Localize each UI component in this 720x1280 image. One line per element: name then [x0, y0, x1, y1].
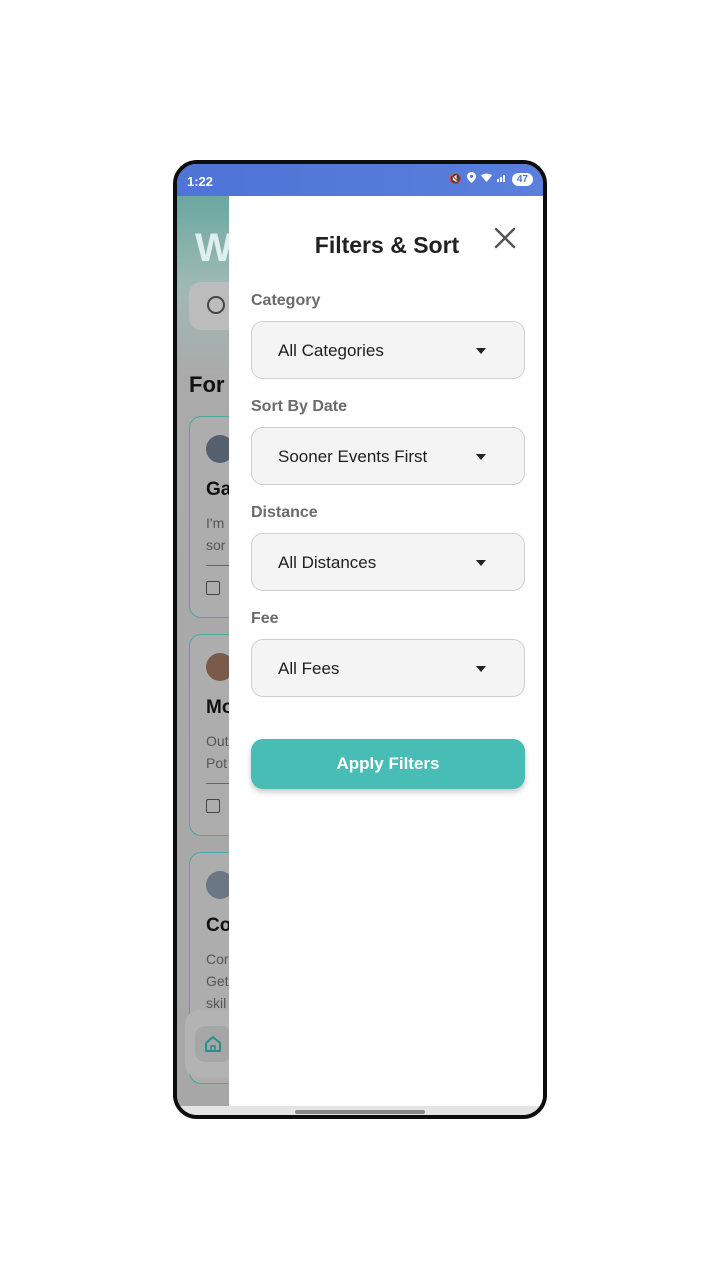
wifi-icon	[480, 173, 492, 185]
card-text: sor	[206, 537, 226, 553]
card-text: Get	[206, 973, 229, 989]
close-icon	[494, 227, 516, 249]
category-label: Category	[251, 292, 321, 309]
calendar-icon	[206, 581, 220, 595]
status-bar: 1:22 🔇 47	[177, 164, 543, 196]
phone-frame: 1:22 🔇 47 W For Ga I'm sor Mo Out Pot Co…	[173, 160, 547, 1119]
caret-down-icon	[476, 560, 486, 566]
calendar-icon	[206, 799, 220, 813]
caret-down-icon	[476, 348, 486, 354]
system-nav-bar	[177, 1106, 543, 1115]
caret-down-icon	[476, 666, 486, 672]
close-button[interactable]	[491, 224, 519, 252]
card-text: I'm	[206, 515, 225, 531]
nav-home	[195, 1026, 231, 1062]
fee-select[interactable]: All Fees	[251, 639, 525, 697]
card-text: Out	[206, 733, 229, 749]
battery-indicator: 47	[511, 172, 533, 186]
status-time: 1:22	[187, 174, 214, 189]
home-icon	[205, 1036, 221, 1052]
signal-icon	[496, 173, 507, 185]
sort-select[interactable]: Sooner Events First	[251, 427, 525, 485]
card-text: Pot	[206, 755, 228, 771]
card-title: Co	[206, 915, 232, 936]
distance-select[interactable]: All Distances	[251, 533, 525, 591]
fee-label: Fee	[251, 610, 279, 627]
filters-drawer: Filters & Sort Category All Categories S…	[229, 196, 543, 1106]
card-title: Ga	[206, 479, 232, 500]
distance-label: Distance	[251, 504, 318, 521]
distance-value: All Distances	[278, 553, 377, 572]
category-value: All Categories	[278, 341, 384, 360]
sort-label: Sort By Date	[251, 398, 348, 415]
status-icons: 🔇 47	[449, 172, 533, 186]
category-select[interactable]: All Categories	[251, 321, 525, 379]
caret-down-icon	[476, 454, 486, 460]
location-icon	[466, 172, 476, 186]
search-icon	[207, 296, 225, 314]
apply-filters-button[interactable]: Apply Filters	[251, 739, 525, 789]
home-indicator[interactable]	[295, 1110, 425, 1114]
app-logo: W	[195, 226, 233, 270]
section-heading: For	[189, 372, 225, 397]
fee-value: All Fees	[278, 659, 340, 678]
sort-value: Sooner Events First	[278, 447, 428, 466]
card-text: skil	[206, 995, 227, 1011]
card-text: Cor	[206, 951, 229, 967]
mute-icon: 🔇	[449, 173, 462, 185]
